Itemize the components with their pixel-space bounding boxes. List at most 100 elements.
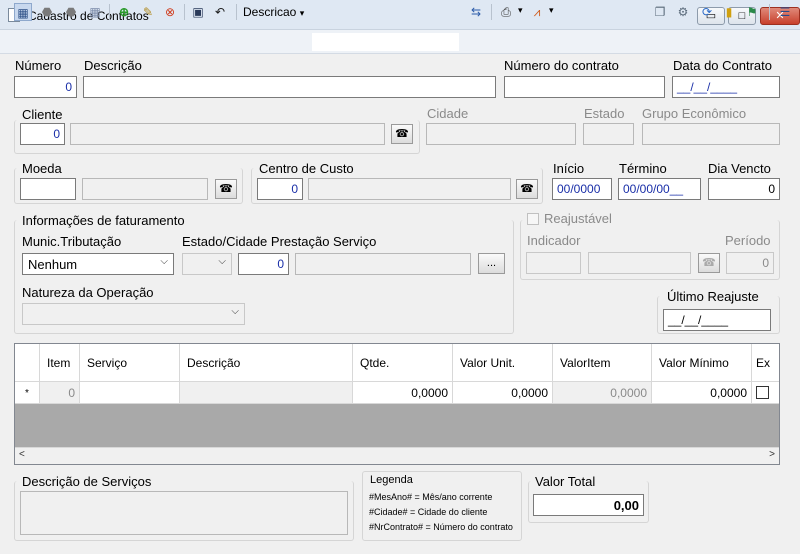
ex-checkbox[interactable] <box>756 386 769 399</box>
moeda-code-field[interactable] <box>20 178 76 200</box>
first-record-icon[interactable]: ⬣ <box>38 3 56 21</box>
grid-col-valor-unit[interactable]: Valor Unit. <box>453 344 553 382</box>
cell-valor-unit[interactable]: 0,0000 <box>453 382 553 404</box>
cell-item: 0 <box>40 382 80 404</box>
delete-icon[interactable]: ⊗ <box>161 3 179 21</box>
numero-contrato-label: Número do contrato <box>504 58 619 73</box>
inicio-label: Início <box>553 161 585 176</box>
chevron-down-icon[interactable]: ▾ <box>518 5 523 16</box>
munic-tributacao-select[interactable]: Nenhum ⌵ <box>22 253 174 275</box>
chart-icon[interactable]: ⩘ <box>528 3 546 21</box>
termino-field[interactable]: 00/00/00__ <box>618 178 701 200</box>
cliente-name-field <box>70 123 385 145</box>
reajustavel-checkbox[interactable] <box>527 213 539 225</box>
cell-ex[interactable] <box>752 382 779 404</box>
grid-col-descricao[interactable]: Descrição <box>180 344 353 382</box>
inicio-field[interactable]: 00/0000 <box>552 178 612 200</box>
moeda-label: Moeda <box>22 161 62 176</box>
descricao-field[interactable] <box>83 76 496 98</box>
new-row-marker: * <box>15 382 40 404</box>
cliente-code-field[interactable]: 0 <box>20 123 65 145</box>
servicos-grid[interactable]: Item Serviço Descrição Qtde. Valor Unit.… <box>14 343 780 465</box>
centro-custo-name-field <box>308 178 511 200</box>
cidade-prestacao-name-field <box>295 253 471 275</box>
toolbar-separator <box>236 4 237 20</box>
numero-contrato-field[interactable] <box>504 76 665 98</box>
ultimo-reajuste-field: __/__/____ <box>663 309 771 331</box>
scroll-right-icon[interactable]: > <box>769 449 775 460</box>
cliente-search-button[interactable]: ☎ <box>391 124 413 144</box>
horizontal-scrollbar[interactable]: < > <box>15 447 779 464</box>
chevron-down-icon[interactable]: ▾ <box>549 5 554 16</box>
window-icon[interactable]: ❐ <box>651 3 669 21</box>
centro-custo-search-button[interactable]: ☎ <box>516 179 538 199</box>
estado-prestacao-select[interactable]: ⌵ <box>182 253 232 275</box>
print-icon[interactable]: ⎙ <box>497 3 515 21</box>
grid-col-item[interactable]: Item <box>40 344 80 382</box>
chevron-down-icon: ⌵ <box>160 256 168 267</box>
toolbar-separator <box>769 4 770 20</box>
estado-label: Estado <box>584 106 625 121</box>
valor-total-label: Valor Total <box>535 474 596 489</box>
grid-col-valor-minimo[interactable]: Valor Mínimo <box>652 344 752 382</box>
moeda-search-button[interactable]: ☎ <box>215 179 237 199</box>
descricao-servicos-field <box>20 491 348 535</box>
undo-icon[interactable]: ↶ <box>211 3 229 21</box>
map-icon[interactable]: ⚑ <box>743 3 761 21</box>
scroll-left-icon[interactable]: < <box>19 449 25 460</box>
termino-label: Término <box>619 161 667 176</box>
munic-tributacao-label: Munic.Tributação <box>22 234 122 249</box>
chevron-down-icon: ⌵ <box>231 306 239 317</box>
data-contrato-field[interactable]: __/__/____ <box>672 76 780 98</box>
chevron-down-icon: ▾ <box>299 8 305 18</box>
refresh-icon[interactable]: ⟳ <box>698 3 716 21</box>
data-contrato-label: Data do Contrato <box>673 58 773 73</box>
estado-cidade-label: Estado/Cidade Prestação Serviço <box>182 234 377 249</box>
grid-col-valor-item[interactable]: ValorItem <box>553 344 652 382</box>
settings-icon[interactable]: ⚙ <box>674 3 692 21</box>
add-icon[interactable]: ⊕ <box>115 3 133 21</box>
faturamento-group-label: Informações de faturamento <box>22 213 185 228</box>
toolbar-separator <box>109 4 110 20</box>
grid-col-servico[interactable]: Serviço <box>80 344 180 382</box>
view-dropdown[interactable]: Descricao ▾ <box>243 5 304 19</box>
grupo-economico-field <box>642 123 780 145</box>
cidade-field <box>426 123 576 145</box>
last-record-icon[interactable]: ▦ <box>86 3 104 21</box>
cliente-label: Cliente <box>22 107 63 122</box>
numero-field[interactable]: 0 <box>14 76 77 98</box>
grid-header: Item Serviço Descrição Qtde. Valor Unit.… <box>15 344 779 382</box>
edit-icon[interactable]: ✎ <box>139 3 157 21</box>
natureza-select[interactable]: ⌵ <box>22 303 245 325</box>
periodo-label: Período <box>725 233 771 248</box>
cidade-label: Cidade <box>427 106 469 121</box>
table-row[interactable]: * 0 0,0000 0,0000 0,0000 0,0000 <box>15 382 779 404</box>
bookmark-icon[interactable]: ▮ <box>720 3 738 21</box>
cell-qtde[interactable]: 0,0000 <box>353 382 453 404</box>
dia-vencto-field[interactable]: 0 <box>708 178 780 200</box>
grupo-economico-label: Grupo Econômico <box>642 106 747 121</box>
descricao-servicos-label: Descrição de Serviços <box>22 474 152 489</box>
menu-icon[interactable]: ☰ <box>776 3 794 21</box>
reajustavel-label: Reajustável <box>544 211 612 226</box>
view-dropdown-label: Descricao <box>243 5 297 19</box>
grid-col-qtde[interactable]: Qtde. <box>353 344 453 382</box>
export-icon[interactable]: ⇆ <box>467 3 485 21</box>
save-icon[interactable]: ▣ <box>189 3 207 21</box>
cidade-prestacao-code-field[interactable]: 0 <box>238 253 289 275</box>
indicador-search-button: ☎ <box>698 253 720 273</box>
grid-view-icon[interactable]: ▦ <box>14 3 32 21</box>
cell-servico[interactable] <box>80 382 180 404</box>
grid-col-ex[interactable]: Ex <box>752 344 779 382</box>
cidade-prestacao-ellipsis-button[interactable]: ... <box>478 253 505 274</box>
cell-valor-minimo[interactable]: 0,0000 <box>652 382 752 404</box>
chevron-down-icon: ⌵ <box>218 256 226 267</box>
indicador-label: Indicador <box>527 233 581 248</box>
dia-vencto-label: Dia Vencto <box>708 161 771 176</box>
toolbar-search-area[interactable] <box>312 33 459 51</box>
centro-custo-code-field[interactable]: 0 <box>257 178 303 200</box>
indicador-code-field <box>526 252 581 274</box>
legenda-title: Legenda <box>370 474 413 486</box>
previous-record-icon[interactable]: ⬣ <box>62 3 80 21</box>
toolbar-separator <box>184 4 185 20</box>
